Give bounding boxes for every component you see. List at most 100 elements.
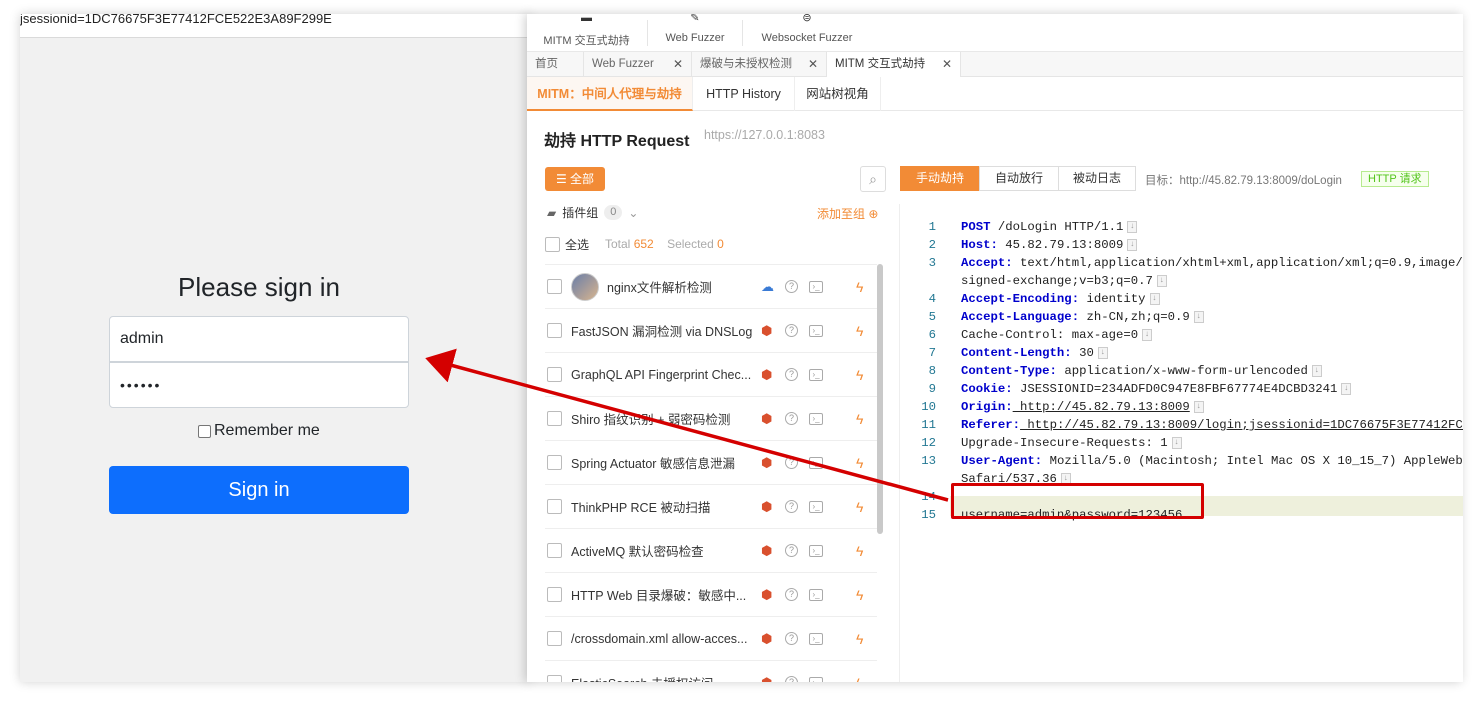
bolt-icon[interactable]: ϟ [856,587,863,603]
list-item[interactable]: HTTP Web 目录爆破：敏感中... ⬢ ? ›_ ϟ [545,572,877,616]
all-plugins-button[interactable]: ☰ 全部 [545,167,605,191]
plugin-checkbox[interactable] [547,455,562,470]
remember-label: Remember me [214,422,320,439]
bolt-icon[interactable]: ϟ [856,367,863,383]
list-item[interactable]: ElasticSearch 未授权访问 ⬢ ? ›_ ϟ [545,660,877,682]
password-field[interactable]: •••••• [109,362,409,408]
help-icon[interactable]: ? [785,324,798,337]
manual-hijack-button[interactable]: 手动劫持 [900,166,980,191]
list-item[interactable]: Spring Actuator 敏感信息泄漏 ⬢ ? ›_ ϟ [545,440,877,484]
request-line: Cookie: JSESSIONID=234ADFD0C947E8FBF6777… [961,382,1352,396]
terminal-icon[interactable]: ›_ [809,456,823,469]
bolt-icon[interactable]: ϟ [856,279,863,295]
terminal-icon[interactable]: ›_ [809,676,823,682]
subtab-mitm[interactable]: MITM：中间人代理与劫持 [527,77,693,111]
line-break-icon: ↓ [1127,220,1138,233]
bolt-icon[interactable]: ϟ [856,631,863,647]
cloud-icon: ☁ [761,278,774,294]
plugin-checkbox[interactable] [547,499,562,514]
tab-mitm[interactable]: MITM 交互式劫持 ✕ [827,52,961,78]
header-value: signed-exchange;v=b3;q=0.7 [961,274,1153,288]
list-item[interactable]: Shiro 指纹识别 + 弱密码检测 ⬢ ? ›_ ϟ [545,396,877,440]
proxy-address: https://127.0.0.1:8083 [704,128,825,142]
help-icon[interactable]: ? [785,412,798,425]
plugin-checkbox[interactable] [547,587,562,602]
remember-me[interactable]: Remember me [198,422,320,440]
tab-bruteforce[interactable]: 爆破与未授权检测 ✕ [692,52,827,77]
request-line: POST /doLogin HTTP/1.1 ↓ [961,220,1138,234]
help-icon[interactable]: ? [785,280,798,293]
highlight-box [951,483,1204,519]
bolt-icon[interactable]: ϟ [856,675,863,683]
terminal-icon[interactable]: ›_ [809,500,823,513]
close-icon[interactable]: ✕ [942,52,952,77]
line-number: 2 [928,238,936,252]
remember-checkbox[interactable] [198,424,211,438]
select-all[interactable]: 全选 [545,236,589,253]
yak-shield-icon: ⬢ [761,630,773,646]
request-line: Content-Type: application/x-www-form-url… [961,364,1322,378]
menu-icon: ☰ [555,172,567,186]
bolt-icon[interactable]: ϟ [856,323,863,339]
subtab-http-history[interactable]: HTTP History [693,77,795,111]
address-bar[interactable]: jsessionid=1DC76675F3E77412FCE522E3A89F2… [20,14,530,38]
yak-shield-icon: ⬢ [761,674,773,683]
search-icon[interactable]: ⌕ [860,166,886,192]
tab-web-fuzzer[interactable]: Web Fuzzer ✕ [584,52,692,77]
select-all-checkbox[interactable] [545,237,560,252]
help-icon[interactable]: ? [785,544,798,557]
list-item[interactable]: FastJSON 漏洞检测 via DNSLog ⬢ ? ›_ ϟ [545,308,877,352]
auto-forward-button[interactable]: 自动放行 [979,166,1059,191]
plugin-checkbox[interactable] [547,411,562,426]
help-icon[interactable]: ? [785,500,798,513]
plugin-checkbox[interactable] [547,367,562,382]
subtab-site-tree[interactable]: 网站树视角 [795,77,881,111]
nav-mitm-label: MITM 交互式劫持 [543,35,630,47]
nav-websocket-fuzzer[interactable]: ⊜ Websocket Fuzzer [749,14,865,52]
line-number: 6 [928,328,936,342]
nav-mitm[interactable]: ▬ MITM 交互式劫持 [539,14,634,52]
plugin-checkbox[interactable] [547,279,562,294]
bolt-icon[interactable]: ϟ [856,411,863,427]
terminal-icon[interactable]: ›_ [809,544,823,557]
bolt-icon[interactable]: ϟ [856,499,863,515]
plugin-checkbox[interactable] [547,631,562,646]
plugin-checkbox[interactable] [547,323,562,338]
list-item[interactable]: GraphQL API Fingerprint Chec... ⬢ ? ›_ ϟ [545,352,877,396]
close-icon[interactable]: ✕ [673,52,683,77]
header-value: 30 [1071,346,1094,360]
line-number: 8 [928,364,936,378]
terminal-icon[interactable]: ›_ [809,412,823,425]
terminal-icon[interactable]: ›_ [809,324,823,337]
bolt-icon[interactable]: ϟ [856,543,863,559]
tab-home[interactable]: 首页 [527,52,584,77]
request-line: Referer: http://45.82.79.13:8009/login;j… [961,418,1463,432]
plugin-group-select[interactable]: ▰ 插件组 0 ⌄ [547,204,638,221]
terminal-icon[interactable]: ›_ [809,368,823,381]
list-item[interactable]: nginx文件解析检测 ☁ ? ›_ ϟ [545,264,877,308]
plugin-checkbox[interactable] [547,675,562,682]
plugin-list-scrollbar[interactable] [877,264,883,534]
help-icon[interactable]: ? [785,368,798,381]
help-icon[interactable]: ? [785,676,798,682]
help-icon[interactable]: ? [785,632,798,645]
help-icon[interactable]: ? [785,588,798,601]
terminal-icon[interactable]: ›_ [809,588,823,601]
plugin-checkbox[interactable] [547,543,562,558]
signin-button[interactable]: Sign in [109,466,409,514]
request-editor[interactable]: 1 POST /doLogin HTTP/1.1 ↓ 2 Host: 45.82.79.… [900,204,1463,682]
add-to-group-button[interactable]: 添加至组 ⊕ [817,205,878,222]
nav-web-fuzzer[interactable]: ✎ Web Fuzzer [653,14,737,52]
bolt-icon[interactable]: ϟ [856,455,863,471]
yak-shield-icon: ⬢ [761,366,773,382]
help-icon[interactable]: ? [785,456,798,469]
list-item[interactable]: ThinkPHP RCE 被动扫描 ⬢ ? ›_ ϟ [545,484,877,528]
username-field[interactable]: admin [109,316,409,362]
passive-log-button[interactable]: 被动日志 [1058,166,1136,191]
line-break-icon: ↓ [1097,346,1108,359]
terminal-icon[interactable]: ›_ [809,632,823,645]
terminal-icon[interactable]: ›_ [809,280,823,293]
list-item[interactable]: ActiveMQ 默认密码检查 ⬢ ? ›_ ϟ [545,528,877,572]
close-icon[interactable]: ✕ [808,52,818,77]
list-item[interactable]: /crossdomain.xml allow-acces... ⬢ ? ›_ ϟ [545,616,877,660]
